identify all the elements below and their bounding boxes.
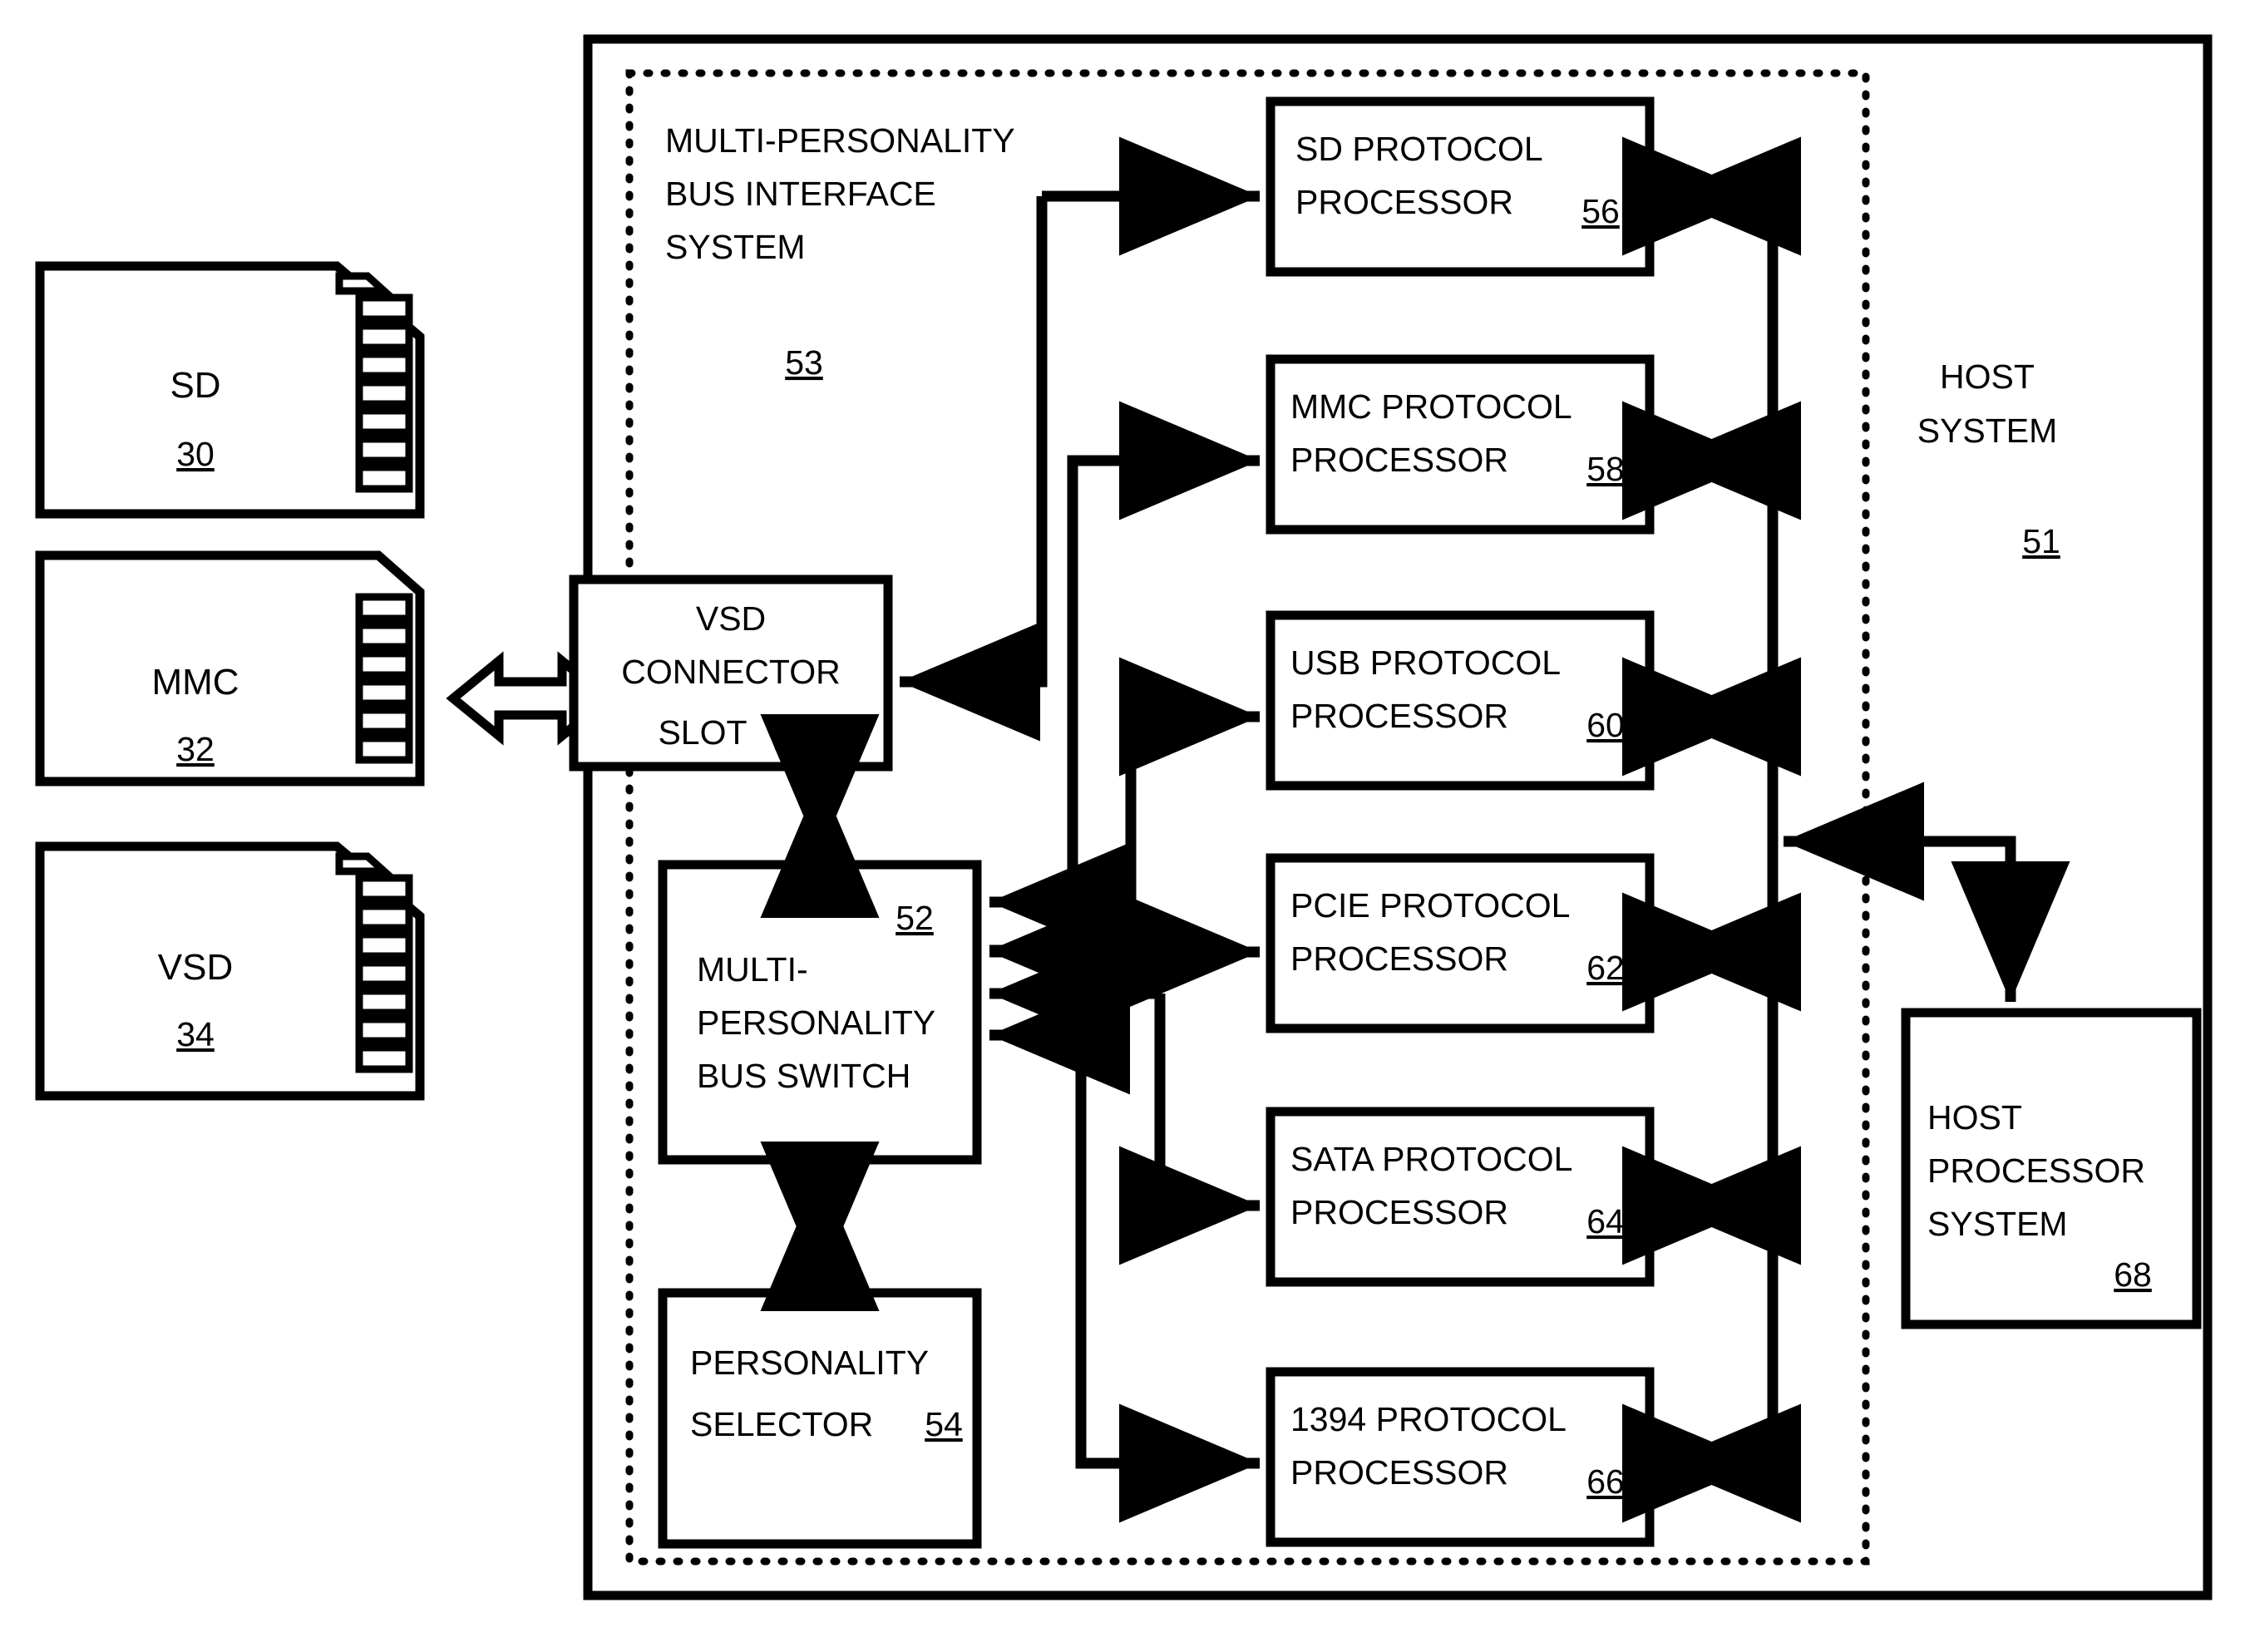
host-proc-ref: 68 <box>2114 1255 2152 1294</box>
vsd-slot-line3: SLOT <box>658 713 747 752</box>
processor-sd: SD PROTOCOL PROCESSOR 56 <box>1266 96 1655 277</box>
card-vsd: VSD 34 <box>35 841 425 1101</box>
bus-switch-line1: MULTI- <box>697 950 808 989</box>
processor-pcie: PCIE PROTOCOL PROCESSOR 62 <box>1266 853 1655 1033</box>
bus-switch-ref: 52 <box>896 899 934 937</box>
processor-mmc-ref: 58 <box>1586 450 1625 488</box>
vsd-connector-slot: VSD CONNECTOR SLOT 50 <box>569 575 893 772</box>
processor-usb-ref: 60 <box>1586 706 1625 744</box>
processor-1394: 1394 PROTOCOL PROCESSOR 66 <box>1266 1367 1655 1547</box>
link-to-usb-processor <box>1119 657 1260 950</box>
card-mmc-ref: 32 <box>176 730 215 768</box>
processor-1394-ref: 66 <box>1586 1462 1625 1501</box>
processor-usb-line2: PROCESSOR <box>1290 697 1508 735</box>
processor-sd-ref: 56 <box>1581 192 1620 230</box>
processor-pcie-ref: 62 <box>1586 949 1625 987</box>
processor-sd-line1: SD PROTOCOL <box>1295 130 1543 168</box>
card-sd-label: SD <box>170 365 220 406</box>
host-processor-system: HOST PROCESSOR SYSTEM 68 <box>1901 1008 2202 1329</box>
processor-usb-line1: USB PROTOCOL <box>1290 644 1561 682</box>
host-title-line2: SYSTEM <box>1917 412 2058 450</box>
vsd-slot-line1: VSD <box>696 599 766 638</box>
link-to-1394-processor <box>1075 1035 1260 1523</box>
card-mmc-label: MMC <box>151 662 239 703</box>
card-vsd-ref: 34 <box>176 1015 215 1053</box>
processor-sata-line1: SATA PROTOCOL <box>1290 1140 1572 1178</box>
personality-selector: PERSONALITY SELECTOR 54 <box>658 1288 982 1549</box>
card-sd: SD 30 <box>35 261 425 519</box>
patent-diagram: SD 30 MMC 32 VSD 34 MULTI-PERSONALITY BU… <box>35 34 2213 1600</box>
bus-switch-line3: BUS SWITCH <box>697 1057 910 1095</box>
host-title-ref: 51 <box>2022 522 2060 560</box>
link-hostbus-to-host-processor <box>1784 836 2070 1002</box>
processor-sd-line2: PROCESSOR <box>1295 183 1513 221</box>
processor-mmc-line1: MMC PROTOCOL <box>1290 387 1572 426</box>
multi-personality-bus-switch: 52 MULTI- PERSONALITY BUS SWITCH <box>658 860 982 1165</box>
vsd-slot-line2: CONNECTOR <box>621 653 840 691</box>
processor-sata-line2: PROCESSOR <box>1290 1193 1508 1231</box>
host-proc-line2: PROCESSOR <box>1927 1151 2145 1190</box>
processor-pcie-line2: PROCESSOR <box>1290 939 1508 978</box>
figure-canvas: SD 30 MMC 32 VSD 34 MULTI-PERSONALITY BU… <box>0 0 2245 1652</box>
processor-1394-line1: 1394 PROTOCOL <box>1290 1400 1567 1438</box>
link-to-mmc-processor <box>1067 401 1260 902</box>
selector-line1: PERSONALITY <box>690 1344 929 1382</box>
processor-1394-line2: PROCESSOR <box>1290 1453 1508 1492</box>
host-proc-line3: SYSTEM <box>1927 1205 2068 1243</box>
processor-mmc: MMC PROTOCOL PROCESSOR 58 <box>1266 354 1655 535</box>
host-system-title: HOST SYSTEM 51 <box>1917 358 2060 560</box>
processor-sata: SATA PROTOCOL PROCESSOR 64 <box>1266 1107 1655 1287</box>
link-sd-to-slot <box>900 196 1048 742</box>
processor-sata-ref: 64 <box>1586 1202 1625 1240</box>
host-proc-line1: HOST <box>1927 1098 2022 1137</box>
card-mmc: MMC 32 <box>35 550 425 787</box>
card-sd-ref: 30 <box>176 435 215 473</box>
card-vsd-label: VSD <box>158 947 233 988</box>
system-title-line2: BUS INTERFACE <box>665 175 936 213</box>
host-title-line1: HOST <box>1940 358 2035 396</box>
selector-ref: 54 <box>925 1405 963 1443</box>
selector-line2: SELECTOR <box>690 1405 873 1443</box>
vsd-slot-ref: 50 <box>775 713 813 752</box>
system-title-ref: 53 <box>785 343 823 382</box>
system-title-line1: MULTI-PERSONALITY <box>665 121 1015 160</box>
processor-usb: USB PROTOCOL PROCESSOR 60 <box>1266 610 1655 791</box>
bus-interface-system-title: MULTI-PERSONALITY BUS INTERFACE SYSTEM 5… <box>665 121 1015 382</box>
link-to-sata-processor <box>1119 994 1260 1265</box>
bus-switch-line2: PERSONALITY <box>697 1004 935 1042</box>
processor-pcie-line1: PCIE PROTOCOL <box>1290 886 1570 925</box>
processor-mmc-line2: PROCESSOR <box>1290 441 1508 479</box>
system-title-line3: SYSTEM <box>665 228 806 266</box>
